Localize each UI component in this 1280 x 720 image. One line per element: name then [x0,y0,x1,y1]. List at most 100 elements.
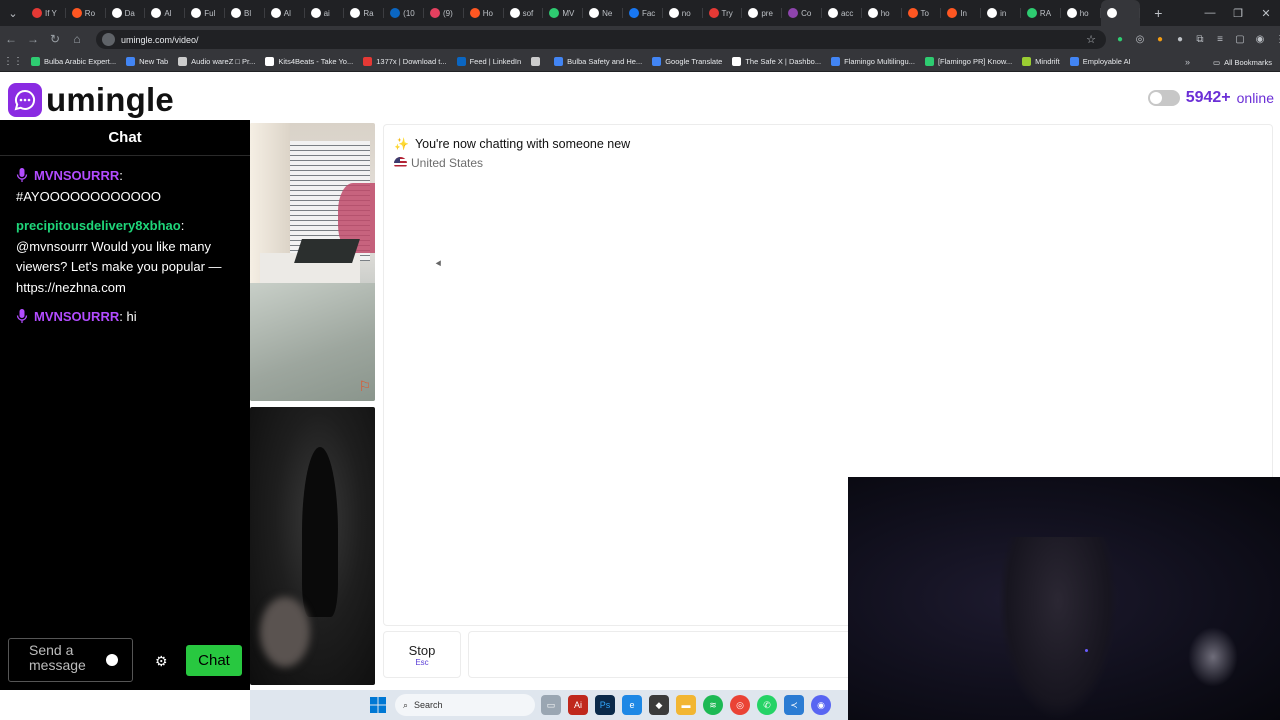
browser-tab[interactable]: pre [742,0,782,26]
report-flag-icon[interactable]: ⚐ [358,378,371,395]
discord-icon[interactable]: ◉ [811,695,831,715]
tab-label: RA [1039,8,1052,18]
close-window-icon[interactable]: ✕ [1252,0,1280,26]
bookmark-item[interactable]: Kits4Beats - Take Yo... [260,57,358,66]
browser-tab[interactable]: Co [782,0,822,26]
all-bookmarks-button[interactable]: ▭ All Bookmarks [1213,52,1272,72]
extension-icon[interactable]: ● [1113,32,1127,46]
theme-toggle[interactable] [1147,90,1180,106]
whatsapp-icon[interactable]: ✆ [757,695,777,715]
chat-username[interactable]: precipitousdelivery8xbhao [16,218,181,233]
browser-tab[interactable]: If Y [26,0,66,26]
maximize-icon[interactable]: ❐ [1224,0,1252,26]
extension-icon[interactable]: ◎ [1133,32,1147,46]
illustrator-icon[interactable]: Ai [568,695,588,715]
windows-start-icon[interactable] [368,695,388,715]
browser-tab[interactable]: Ro [66,0,106,26]
profile-avatar[interactable]: ◉ [1253,32,1267,46]
home-icon[interactable]: ⌂ [66,26,88,52]
video-column: ⚐ [250,123,376,688]
browser-tab[interactable] [1100,0,1141,26]
address-bar[interactable]: umingle.com/video/ ☆ [96,30,1106,49]
gear-icon[interactable]: ⚙ [155,653,168,670]
chat-message-input[interactable]: Send a message [8,638,133,682]
browser-tab[interactable]: ai [305,0,345,26]
browser-tab[interactable]: Ful [185,0,225,26]
tab-search-icon[interactable]: ⌄ [0,0,26,26]
chat-send-button[interactable]: Chat [186,645,242,676]
back-icon[interactable]: ← [0,26,22,52]
browser-tab[interactable]: Al [145,0,185,26]
bookmark-item[interactable]: Bulba Safety and He... [549,57,647,66]
browser-tab[interactable]: Fac [623,0,663,26]
bookmark-item[interactable]: The Safe X | Dashbo... [727,57,826,66]
browser-tab[interactable]: In [941,0,981,26]
browser-tab[interactable]: Ra [344,0,384,26]
task-view-icon[interactable]: ▭ [541,695,561,715]
bookmarks-overflow-icon[interactable]: » [1185,52,1190,72]
browser-tab[interactable]: MV [543,0,583,26]
chat-bubble-logo-icon [8,83,42,117]
browser-tab[interactable]: Ne [583,0,623,26]
file-explorer-icon[interactable]: ▬ [676,695,696,715]
bookmark-item[interactable]: Mindrift [1017,57,1065,66]
browser-tab[interactable]: Al [265,0,305,26]
browser-tab[interactable]: Bl [225,0,265,26]
bookmark-item[interactable]: [Flamingo PR] Know... [920,57,1017,66]
photoshop-icon[interactable]: Ps [595,695,615,715]
apps-grid-icon[interactable]: ⋮⋮ [0,56,26,67]
stranger-video: ⚐ [250,123,375,401]
browser-tab[interactable]: sof [504,0,544,26]
bookmark-item[interactable]: Bulba Arabic Expert... [26,57,121,66]
browser-tab[interactable]: Try [703,0,743,26]
spotify-icon[interactable]: ≋ [703,695,723,715]
puzzle-icon[interactable]: ⧉ [1193,32,1207,46]
browser-tab[interactable]: Da [106,0,146,26]
extension-icon[interactable]: ● [1153,32,1167,46]
browser-tab[interactable]: ho [1061,0,1101,26]
extension-icon[interactable]: ● [1173,32,1187,46]
browser-tab[interactable]: acc [822,0,862,26]
chat-username[interactable]: MVNSOURRR [34,309,119,324]
chrome-icon[interactable]: ◎ [730,695,750,715]
bookmark-star-icon[interactable]: ☆ [1086,33,1096,46]
minimize-icon[interactable]: — [1196,0,1224,26]
stop-button[interactable]: Stop Esc [383,631,461,678]
browser-tab[interactable]: Ho [464,0,504,26]
browser-tab[interactable]: no [663,0,703,26]
emoji-icon[interactable] [106,654,118,666]
bookmark-item[interactable]: Google Translate [647,57,727,66]
all-bookmarks-label: All Bookmarks [1224,57,1272,67]
new-tab-button[interactable]: + [1148,5,1168,21]
tab-favicon-icon [71,8,82,18]
browser-tab[interactable]: To [902,0,942,26]
browser-tab[interactable]: (10 [384,0,424,26]
reload-icon[interactable]: ↻ [44,26,66,52]
bookmark-item[interactable]: Feed | LinkedIn [452,57,527,66]
taskbar-search[interactable]: ⌕ Search [395,694,535,716]
site-logo[interactable]: umingle [8,81,174,119]
bookmark-item[interactable]: Flamingo Multilingu... [826,57,920,66]
bookmark-item[interactable]: 1377x | Download t... [358,57,451,66]
media-icon[interactable]: ≡ [1213,32,1227,46]
vscode-icon[interactable]: ≺ [784,695,804,715]
chat-username[interactable]: MVNSOURRR [34,168,119,183]
bookmark-item[interactable]: New Tab [121,57,173,66]
browser-tab[interactable]: RA [1021,0,1061,26]
sidepanel-icon[interactable]: ▢ [1233,32,1247,46]
webcam-dot [1085,649,1088,652]
bookmark-item[interactable] [526,57,549,66]
bookmark-item[interactable]: Audio wareZ □ Pr... [173,57,260,66]
bookmark-label: Feed | LinkedIn [469,57,522,66]
browser-tab[interactable]: (9) [424,0,464,26]
message-input[interactable] [468,631,858,678]
davinci-icon[interactable]: ◆ [649,695,669,715]
forward-icon[interactable]: → [22,26,44,52]
menu-icon[interactable]: ⋮ [1273,32,1280,46]
bookmark-item[interactable]: Employable AI [1065,57,1136,66]
bookmark-label: Employable AI [1082,57,1131,66]
site-info-icon[interactable] [102,33,115,46]
edge-icon[interactable]: e [622,695,642,715]
browser-tab[interactable]: ho [862,0,902,26]
browser-tab[interactable]: in [981,0,1021,26]
